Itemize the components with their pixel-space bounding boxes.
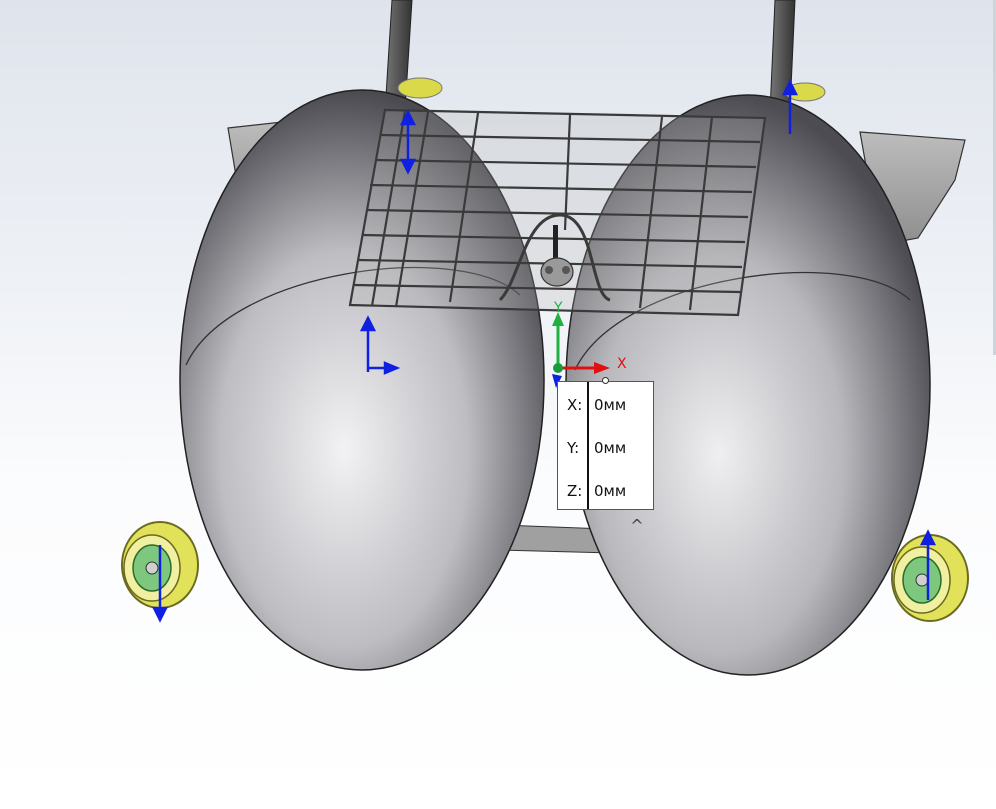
- coordinate-row-x[interactable]: X: 0мм: [558, 393, 653, 417]
- graphics-viewport[interactable]: Y X X: 0мм Y: 0мм Z: 0мм ^: [0, 0, 996, 809]
- triad-y-label: Y: [553, 300, 563, 316]
- coordinate-y-label: Y:: [567, 439, 580, 457]
- coordinate-x-label: X:: [567, 396, 583, 414]
- coordinate-row-y[interactable]: Y: 0мм: [558, 436, 653, 460]
- wheel-right[interactable]: [891, 534, 969, 622]
- coordinate-x-value[interactable]: 0мм: [594, 396, 626, 414]
- coordinate-z-label: Z:: [567, 482, 583, 500]
- model-scene[interactable]: Y X: [0, 0, 996, 809]
- coordinate-input-box[interactable]: X: 0мм Y: 0мм Z: 0мм: [557, 381, 654, 510]
- triad-x-label: X: [617, 356, 627, 372]
- coordinate-z-value[interactable]: 0мм: [594, 482, 626, 500]
- coordinate-anchor-handle[interactable]: [602, 377, 609, 384]
- chevron-up-icon[interactable]: ^: [626, 517, 648, 535]
- coordinate-row-z[interactable]: Z: 0мм: [558, 479, 653, 503]
- coordinate-y-value[interactable]: 0мм: [594, 439, 626, 457]
